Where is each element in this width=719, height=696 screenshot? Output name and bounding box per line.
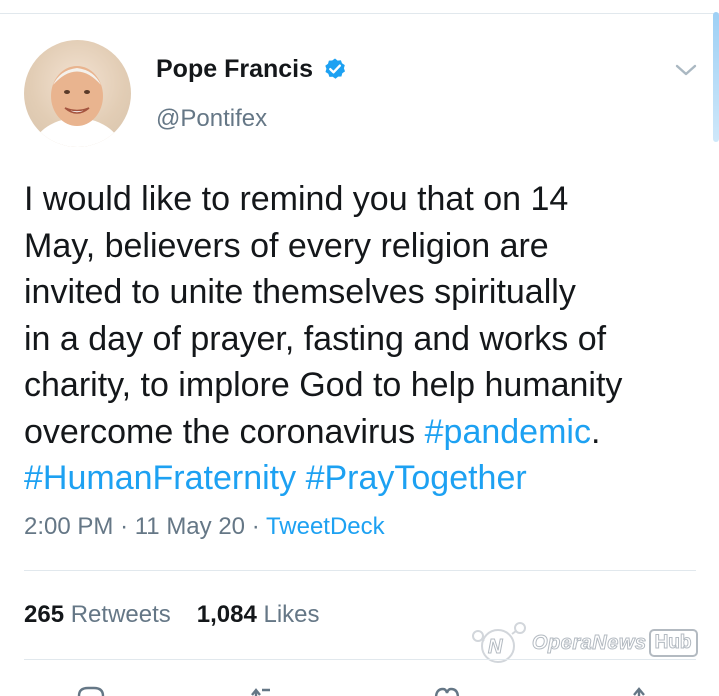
likes-label: Likes [263,601,320,628]
retweet-icon[interactable] [248,684,278,696]
tweet-date: 11 May 20 [134,513,246,540]
tweet-text-line: May, believers of every religion are [24,226,549,265]
hashtag-link[interactable]: #HumanFraternity [24,459,296,497]
hashtag-link[interactable]: #PrayTogether [306,459,527,497]
watermark-logo-icon: N [472,622,526,663]
heart-icon[interactable] [432,684,462,696]
likes-stat[interactable]: 1,084 Likes [197,601,320,628]
svg-text:N: N [488,636,503,658]
tweet-source-link[interactable]: TweetDeck [266,513,385,540]
hashtag-link[interactable]: #pandemic [425,413,591,451]
tweet-time: 2:00 PM [24,513,114,540]
author-handle[interactable]: @Pontifex [156,103,267,135]
tweet-actions [0,684,719,696]
watermark-hub: Hub [648,629,698,657]
divider [24,570,696,571]
hashtag-line: #HumanFraternity #PrayTogether [24,455,704,502]
chevron-down-icon[interactable] [674,60,698,80]
verified-badge-icon [323,57,347,81]
tweet-text-line: in a day of prayer, fasting and works of [24,319,607,358]
tweet-text-punctuation: . [590,412,601,451]
tweet-metadata: 2:00 PM · 11 May 20 · TweetDeck [24,510,385,544]
engagement-stats: 265 Retweets 1,084 Likes [24,598,320,632]
tweet-text-line: invited to unite themselves spiritually [24,273,576,311]
retweets-label: Retweets [70,601,171,628]
tweet-text-line: charity, to implore God to help humanity [24,366,623,404]
meta-separator: · [251,513,260,540]
tweet-body: I would like to remind you that on 14 Ma… [24,176,704,502]
tweet-text-fragment: overcome the coronavirus [24,412,425,451]
tweet-text-line-with-hashtag: overcome the coronavirus #pandemic. [24,409,704,456]
tweet-detail-view: Pope Francis @Pontifex I would like to r… [0,0,719,696]
likes-count: 1,084 [196,601,257,628]
watermark-text: OperaNews [532,631,647,654]
divider [24,659,696,660]
share-icon[interactable] [624,684,654,696]
meta-separator: · [120,513,129,540]
avatar[interactable] [24,40,131,147]
author-name[interactable]: Pope Francis [156,52,313,86]
retweets-stat[interactable]: 265 Retweets [24,601,171,628]
author-header[interactable]: Pope Francis [156,52,347,86]
avatar-portrait [30,66,124,147]
reply-icon[interactable] [76,684,106,696]
watermark: N OperaNews Hub [470,616,698,670]
tweet-text-line: I would like to remind you that on 14 [24,180,569,218]
retweets-count: 265 [24,601,65,628]
scroll-indicator[interactable] [713,12,719,142]
top-divider [0,13,719,14]
